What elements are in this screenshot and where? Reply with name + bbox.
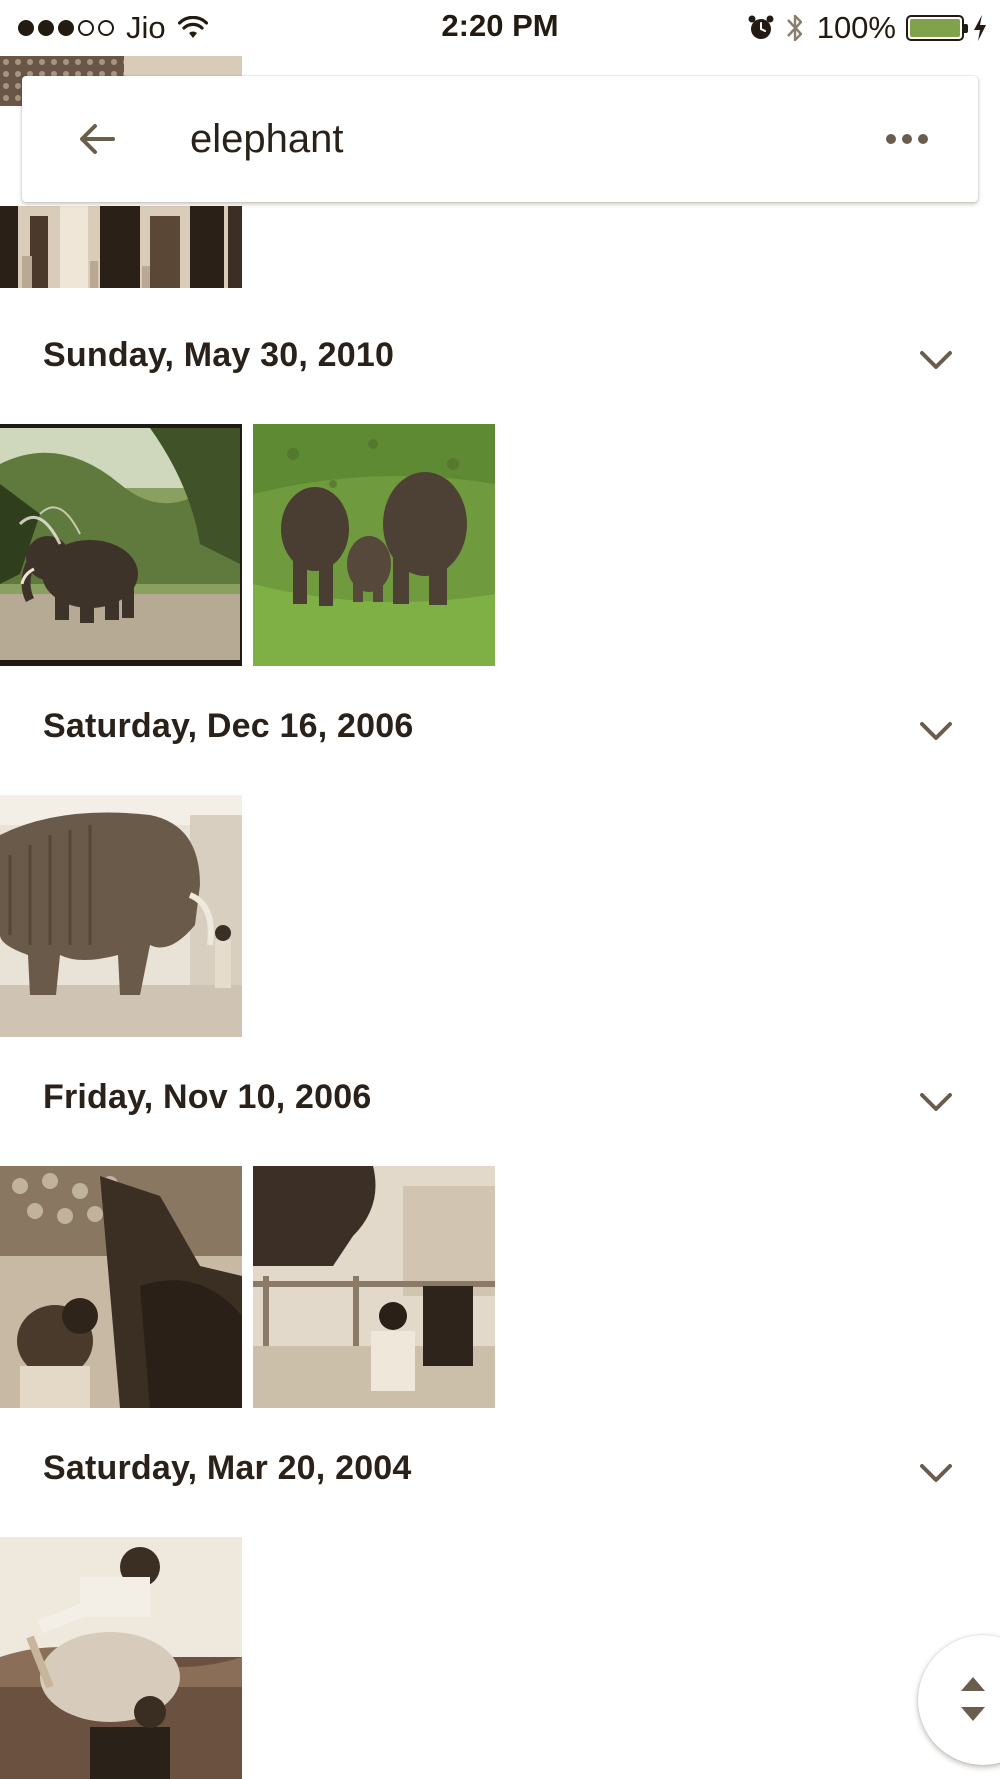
chevron-down-icon xyxy=(920,1464,952,1482)
photo-thumbnail[interactable] xyxy=(253,1166,495,1408)
battery-percent: 100% xyxy=(816,10,896,45)
date-header: Saturday, Dec 16, 2006 xyxy=(0,681,1000,777)
search-input[interactable] xyxy=(190,106,830,172)
charging-bolt-icon xyxy=(974,15,986,41)
chevron-down-icon xyxy=(920,722,952,740)
chevron-down-icon xyxy=(920,351,952,369)
back-button[interactable] xyxy=(62,104,132,174)
status-bar: Jio 2:20 PM 100% xyxy=(0,0,1000,56)
more-horizontal-icon xyxy=(886,134,928,144)
arrow-left-icon xyxy=(80,124,115,154)
collapse-section-button[interactable] xyxy=(908,332,964,388)
date-header: Saturday, Mar 20, 2004 xyxy=(0,1423,1000,1519)
status-bar-right: 100% xyxy=(747,10,988,46)
date-label: Friday, Nov 10, 2006 xyxy=(43,1078,372,1116)
photo-thumbnail[interactable] xyxy=(0,424,242,666)
date-header: Sunday, May 30, 2010 xyxy=(0,310,1000,406)
date-label: Saturday, Mar 20, 2004 xyxy=(43,1449,412,1487)
collapse-section-button[interactable] xyxy=(908,1445,964,1501)
chevron-down-icon xyxy=(920,1093,952,1111)
battery-icon xyxy=(906,15,968,41)
date-header: Friday, Nov 10, 2006 xyxy=(0,1052,1000,1148)
collapse-section-button[interactable] xyxy=(908,703,964,759)
alarm-icon xyxy=(748,15,774,39)
bluetooth-icon xyxy=(786,14,802,42)
photo-thumbnail[interactable] xyxy=(0,795,242,1037)
scroll-handle[interactable] xyxy=(918,1635,1000,1765)
photo-thumbnail[interactable] xyxy=(253,424,495,666)
scroll-up-down-icon xyxy=(961,1677,985,1721)
search-bar xyxy=(22,76,978,202)
date-label: Sunday, May 30, 2010 xyxy=(43,336,395,374)
date-label: Saturday, Dec 16, 2006 xyxy=(43,707,414,745)
photo-thumbnail[interactable] xyxy=(0,1166,242,1408)
photo-thumbnail[interactable] xyxy=(0,1537,242,1779)
more-options-button[interactable] xyxy=(872,104,942,174)
collapse-section-button[interactable] xyxy=(908,1074,964,1130)
